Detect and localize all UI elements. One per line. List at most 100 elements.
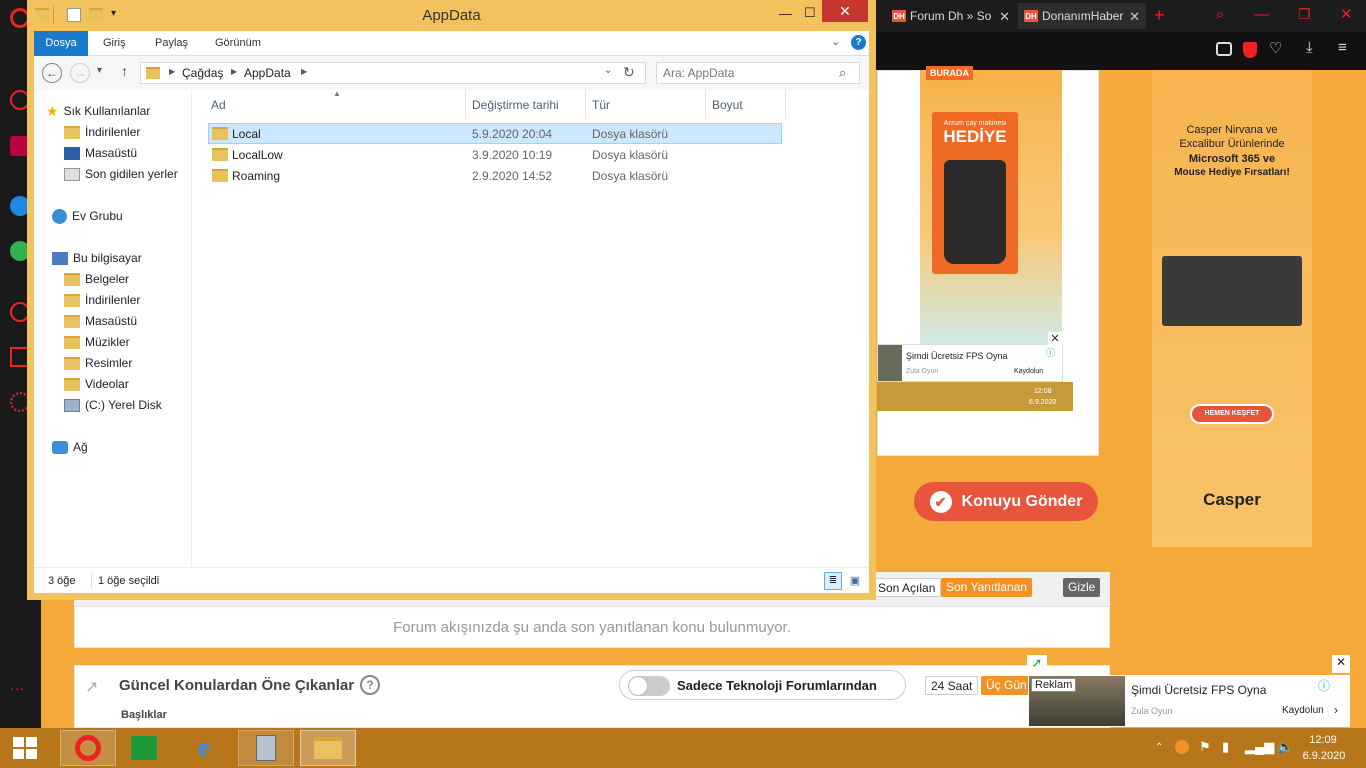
tab-file[interactable]: Dosya [34, 31, 88, 56]
browser-tab[interactable]: DH Forum Dh » So ✕ [886, 3, 1016, 29]
search-icon[interactable]: ⌕ [839, 65, 846, 81]
ad-arrow-icon[interactable]: ➚ [1027, 655, 1047, 675]
large-icons-view-icon[interactable]: ▣ [846, 572, 864, 590]
column-divider[interactable] [585, 90, 586, 118]
bottom-ad-info-icon[interactable]: ⓘ [1318, 677, 1330, 694]
nav-item-recent-places[interactable]: Son gidilen yerler [64, 164, 178, 184]
search-tabs-icon[interactable]: ⌕ [1216, 6, 1224, 23]
taskbar-internet-explorer[interactable]: e [176, 730, 232, 766]
refresh-icon[interactable]: ↻ [623, 64, 635, 81]
breadcrumb-item[interactable]: AppData [244, 66, 291, 80]
chevron-right-icon[interactable]: ▶ [301, 67, 307, 76]
search-input[interactable] [663, 66, 828, 80]
file-row-selected[interactable]: Local 5.9.2020 20:04 Dosya klasörü [208, 123, 782, 144]
breadcrumb-item[interactable]: Çağdaş [182, 66, 223, 80]
restore-icon[interactable]: ❐ [1298, 6, 1311, 23]
file-row[interactable]: LocalLow 3.9.2020 10:19 Dosya klasörü [208, 144, 782, 165]
camera-icon[interactable] [1216, 42, 1232, 56]
column-name[interactable]: Ad [211, 98, 226, 112]
search-box[interactable]: ⌕ [656, 62, 860, 84]
clock-time[interactable]: 12:09 [1303, 734, 1343, 746]
filter-3days[interactable]: Üç Gün [981, 676, 1032, 695]
discover-button[interactable]: HEMEN KEŞFET [1190, 404, 1274, 424]
filter-24h[interactable]: 24 Saat [925, 676, 979, 695]
show-hidden-icons-icon[interactable]: ⌃ [1155, 742, 1163, 753]
address-bar[interactable]: ▶ Çağdaş ▶ AppData ▶ ⌄ ↻ [140, 62, 646, 84]
power-icon[interactable]: ▮ [1222, 739, 1229, 755]
nav-item-downloads[interactable]: İndirilenler [64, 122, 140, 142]
nav-this-pc[interactable]: Bu bilgisayar [52, 248, 142, 268]
bottom-ad-close-icon[interactable]: ✕ [1332, 655, 1350, 673]
tab-home[interactable]: Giriş [103, 37, 126, 49]
chevron-right-icon[interactable]: ▶ [169, 67, 175, 76]
download-icon[interactable]: ⤓ [1306, 39, 1313, 56]
filter-opened[interactable]: Son Açılan [872, 578, 942, 597]
column-type[interactable]: Tür [592, 98, 610, 112]
send-topic-button[interactable]: ✔ Konuyu Gönder [914, 482, 1098, 521]
tab-view[interactable]: Görünüm [215, 37, 261, 49]
close-tab-icon[interactable]: ✕ [999, 9, 1010, 25]
minimize-window-icon[interactable]: — [779, 6, 792, 21]
taskbar-calculator[interactable] [238, 730, 294, 766]
new-tab-icon[interactable]: + [1154, 5, 1165, 26]
browser-tab-active[interactable]: DH DonanımHaber ✕ [1018, 3, 1146, 29]
nav-item-desktop[interactable]: Masaüstü [64, 311, 137, 331]
address-dropdown-icon[interactable]: ⌄ [604, 65, 612, 76]
tray-app-icon[interactable] [1175, 740, 1189, 754]
column-date[interactable]: Değiştirme tarihi [472, 98, 559, 112]
back-icon[interactable]: ← [42, 63, 62, 83]
action-center-icon[interactable]: ⚑ [1199, 739, 1211, 755]
close-icon[interactable]: ✕ [1340, 5, 1353, 23]
up-icon[interactable]: ↑ [121, 63, 128, 79]
maximize-window-icon[interactable]: ☐ [804, 5, 816, 21]
nav-homegroup[interactable]: Ev Grubu [52, 206, 123, 226]
nav-item-downloads[interactable]: İndirilenler [64, 290, 140, 310]
nav-item-videos[interactable]: Videolar [64, 374, 129, 394]
recent-locations-icon[interactable]: ▾ [97, 65, 102, 76]
chevron-right-icon[interactable]: ▶ [231, 67, 237, 76]
column-divider[interactable] [465, 90, 466, 118]
easy-setup-icon[interactable]: ≡ [1338, 39, 1347, 56]
minimize-icon[interactable]: — [1254, 6, 1269, 23]
help-icon[interactable]: ? [851, 35, 866, 50]
more-icon[interactable]: ··· [10, 680, 30, 700]
column-divider[interactable] [785, 90, 786, 118]
help-icon[interactable]: ? [360, 675, 380, 695]
start-button[interactable] [0, 730, 50, 766]
nav-network[interactable]: Ağ [52, 437, 88, 457]
tech-only-toggle[interactable]: Sadece Teknoloji Forumlarından [619, 670, 906, 700]
close-tab-icon[interactable]: ✕ [1129, 9, 1140, 25]
ad-info-icon[interactable]: ⓘ [1046, 346, 1055, 359]
clock-date[interactable]: 6.9.2020 [1299, 750, 1349, 762]
bottom-ad-cta[interactable]: Kaydolun [1282, 705, 1324, 716]
taskbar-opera[interactable] [60, 730, 116, 766]
volume-icon[interactable]: 🔈 [1277, 739, 1293, 755]
ad-close-icon[interactable]: ✕ [1048, 332, 1062, 346]
title-bar[interactable]: ▾ AppData — ☐ ✕ [27, 0, 876, 31]
casper-ad[interactable]: Casper Nirvana ve Excalibur Ürünlerinde … [1152, 70, 1312, 547]
nav-item-desktop[interactable]: Masaüstü [64, 143, 137, 163]
nav-item-music[interactable]: Müzikler [64, 332, 130, 352]
heart-icon[interactable]: ♡ [1269, 39, 1282, 57]
forward-icon[interactable]: → [70, 63, 90, 83]
chevron-right-icon[interactable]: › [1334, 703, 1338, 717]
toggle-switch[interactable] [628, 676, 670, 696]
filter-replied[interactable]: Son Yanıtlanan [941, 578, 1032, 597]
nav-item-local-disk[interactable]: (C:) Yerel Disk [64, 395, 162, 415]
hide-button[interactable]: Gizle [1063, 578, 1101, 597]
adblock-shield-icon[interactable] [1243, 42, 1257, 58]
sub-ad-cta[interactable]: Kaydolun [1014, 368, 1043, 375]
tab-share[interactable]: Paylaş [155, 37, 188, 49]
taskbar-file-explorer[interactable] [300, 730, 356, 766]
close-window-button[interactable]: ✕ [822, 0, 868, 22]
bottom-ad[interactable]: Reklam Şimdi Ücretsiz FPS Oyna Zula Oyun… [1028, 675, 1350, 727]
taskbar-store[interactable] [116, 730, 172, 766]
column-size[interactable]: Boyut [712, 98, 743, 112]
sub-ad[interactable]: Şimdi Ücretsiz FPS Oyna Zula Oyun Kaydol… [877, 344, 1063, 382]
network-signal-icon[interactable]: ▂▄▆ [1245, 739, 1274, 755]
details-view-icon[interactable]: ≣ [824, 572, 842, 590]
nav-favorites[interactable]: ★ Sık Kullanılanlar [46, 101, 150, 121]
file-row[interactable]: Roaming 2.9.2020 14:52 Dosya klasörü [208, 165, 782, 186]
nav-item-pictures[interactable]: Resimler [64, 353, 132, 373]
column-divider[interactable] [705, 90, 706, 118]
